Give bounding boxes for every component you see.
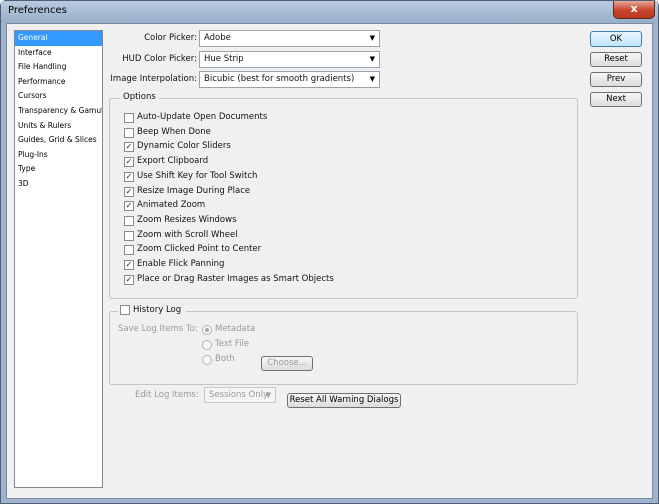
ok-button[interactable]: OK xyxy=(590,31,642,47)
history-log-group: History Log Save Log Items To: Metadata T… xyxy=(109,305,578,403)
close-icon: x xyxy=(630,2,638,15)
reset-warning-dialogs-button[interactable]: Reset All Warning Dialogs xyxy=(287,393,401,408)
sidebar-item-file-handling[interactable]: File Handling xyxy=(15,60,102,75)
edit-log-value: Sessions Only xyxy=(209,390,269,400)
sidebar-item-general[interactable]: General xyxy=(15,31,102,46)
hud-color-picker-row: HUD Color Picker: Hue Strip ▼ xyxy=(103,51,393,68)
preferences-window: Preferences x General Interface File Handl… xyxy=(0,0,659,504)
color-picker-select[interactable]: Adobe ▼ xyxy=(199,30,380,47)
option-label: Beep When Done xyxy=(137,126,211,137)
option-label: Zoom Resizes Windows xyxy=(137,214,237,225)
history-log-checkbox[interactable] xyxy=(120,305,130,315)
image-interpolation-label: Image Interpolation: xyxy=(110,74,197,84)
option-checkbox[interactable]: ✓ xyxy=(124,186,134,197)
sidebar-item-transparency-gamut[interactable]: Transparency & Gamut xyxy=(15,104,102,119)
option-checkbox[interactable] xyxy=(124,215,134,226)
option-checkbox[interactable] xyxy=(124,230,134,241)
option-label: Auto-Update Open Documents xyxy=(137,112,268,122)
option-label: Dynamic Color Sliders xyxy=(137,141,231,152)
option-label: Export Clipboard xyxy=(137,156,209,167)
hud-color-picker-select[interactable]: Hue Strip ▼ xyxy=(199,51,380,68)
options-group: Options Auto-Update Open Documents Beep W… xyxy=(109,92,578,299)
radio-button[interactable] xyxy=(202,325,212,335)
option-label: Place or Drag Raster Images as Smart Obj… xyxy=(137,273,334,284)
option-checkbox[interactable] xyxy=(124,113,134,123)
color-picker-label: Color Picker: xyxy=(144,33,197,43)
chevron-down-icon: ▼ xyxy=(369,55,375,63)
option-checkbox[interactable]: ✓ xyxy=(124,142,134,153)
close-button[interactable]: x xyxy=(613,1,655,19)
dialog-body: General Interface File Handling Performance… xyxy=(6,23,653,499)
edit-log-label: Edit Log Items: xyxy=(135,390,199,400)
sidebar-item-guides-grid-slices[interactable]: Guides, Grid & Slices xyxy=(15,133,102,148)
sidebar-item-plug-ins[interactable]: Plug-Ins xyxy=(15,148,102,163)
radio-label: Text File xyxy=(215,339,250,349)
radio-label: Both xyxy=(215,354,235,364)
image-interpolation-row: Image Interpolation: Bicubic (best for s… xyxy=(103,71,393,88)
title-bar: Preferences x xyxy=(1,1,658,23)
color-picker-row: Color Picker: Adobe ▼ xyxy=(103,30,393,47)
history-log-label: History Log xyxy=(133,305,182,315)
option-label: Resize Image During Place xyxy=(137,185,251,196)
sidebar-item-3d[interactable]: 3D xyxy=(15,177,102,192)
option-label: Animated Zoom xyxy=(137,200,206,211)
history-log-legend[interactable]: History Log xyxy=(118,305,186,315)
window-title: Preferences xyxy=(8,5,67,16)
option-checkbox[interactable]: ✓ xyxy=(124,157,134,168)
image-interpolation-select[interactable]: Bicubic (best for smooth gradients) ▼ xyxy=(199,71,380,88)
hud-color-picker-value: Hue Strip xyxy=(204,54,244,64)
sidebar-item-units-rulers[interactable]: Units & Rulers xyxy=(15,119,102,134)
chevron-down-icon: ▼ xyxy=(265,391,271,399)
option-checkbox[interactable]: ✓ xyxy=(124,201,134,212)
option-checkbox[interactable] xyxy=(124,245,134,256)
radio-button[interactable] xyxy=(202,340,212,350)
hud-color-picker-label: HUD Color Picker: xyxy=(122,54,197,64)
option-label: Use Shift Key for Tool Switch xyxy=(137,170,258,181)
image-interpolation-value: Bicubic (best for smooth gradients) xyxy=(204,74,355,84)
reset-button[interactable]: Reset xyxy=(590,52,642,67)
radio-label: Metadata xyxy=(215,324,256,334)
option-checkbox[interactable] xyxy=(124,127,134,138)
color-picker-value: Adobe xyxy=(204,33,231,43)
option-label: Zoom Clicked Point to Center xyxy=(137,244,262,255)
chevron-down-icon: ▼ xyxy=(369,75,375,83)
next-button[interactable]: Next xyxy=(590,92,642,107)
radio-button[interactable] xyxy=(202,355,212,365)
edit-log-select[interactable]: Sessions Only ▼ xyxy=(204,387,276,403)
prev-button[interactable]: Prev xyxy=(590,72,642,87)
category-list[interactable]: General Interface File Handling Performance… xyxy=(14,30,103,488)
sidebar-item-type[interactable]: Type xyxy=(15,162,102,177)
sidebar-item-interface[interactable]: Interface xyxy=(15,46,102,61)
option-checkbox[interactable]: ✓ xyxy=(124,274,134,285)
option-label: Enable Flick Panning xyxy=(137,259,225,269)
options-legend: Options xyxy=(120,92,159,102)
option-checkbox[interactable]: ✓ xyxy=(124,171,134,182)
chevron-down-icon: ▼ xyxy=(369,34,375,42)
option-label: Zoom with Scroll Wheel xyxy=(137,229,238,240)
choose-button[interactable]: Choose... xyxy=(261,356,313,371)
sidebar-item-cursors[interactable]: Cursors xyxy=(15,89,102,104)
sidebar-item-performance[interactable]: Performance xyxy=(15,75,102,90)
option-checkbox[interactable]: ✓ xyxy=(124,260,134,270)
save-log-label: Save Log Items To: xyxy=(118,324,198,334)
